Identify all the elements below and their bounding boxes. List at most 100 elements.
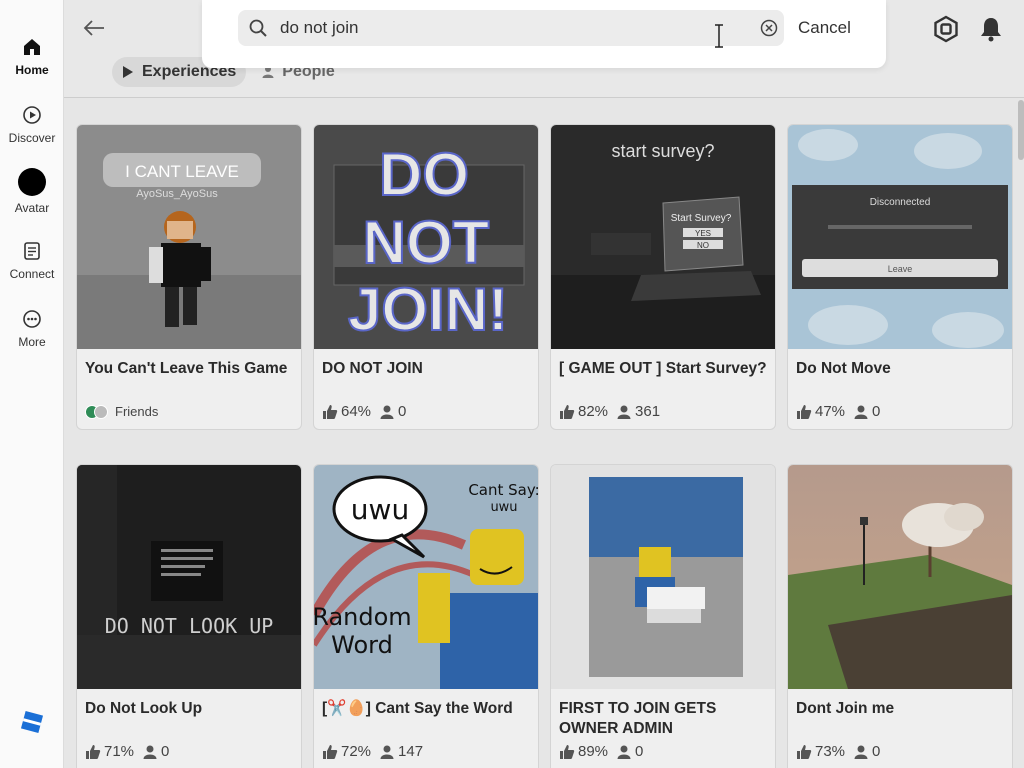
card-stats: 89% 0 [559,743,643,760]
search-input[interactable] [280,10,750,46]
experience-card[interactable]: DO NOT JOIN! DO NOT JOIN 64% 0 [313,124,539,430]
thumb-text: AyoSus_AyoSus [136,188,218,200]
like-ratio: 64% [341,403,372,420]
player-count: 0 [872,743,881,760]
thumb-text: Disconnected [870,197,931,208]
back-arrow-icon[interactable] [82,16,106,40]
experience-card[interactable]: FIRST TO JOIN GETS OWNER ADMIN 89% 0 [550,464,776,768]
experience-card[interactable]: Disconnected Leave Do Not Move 47% 0 [787,124,1013,430]
players-icon [143,745,157,759]
thumb-text: uwu [351,493,409,526]
roblox-logo-icon[interactable] [20,710,44,734]
experience-card[interactable]: I CANT LEAVE AyoSus_AyoSus You Can't Lea… [76,124,302,430]
more-icon [21,308,43,330]
card-stats: 73% 0 [796,743,880,760]
play-circle-icon [21,104,43,126]
friends-label: Friends [115,404,159,419]
card-stats: 64% 0 [322,403,406,420]
players-icon [380,745,394,759]
thumbs-up-icon [797,744,812,759]
thumbnail-first-to-join [551,465,775,689]
players-icon [854,405,868,419]
sidebar-item-label: More [18,335,46,349]
like-ratio: 82% [578,403,609,420]
thumb-text: Random [314,603,412,631]
friend-avatars-icon [85,404,109,419]
thumb-text: NO [697,241,709,250]
player-count: 0 [398,403,407,420]
sidebar-item-label: Avatar [14,201,50,215]
thumbs-up-icon [560,404,575,419]
notification-bell-icon[interactable] [978,15,1004,43]
thumb-text: Word [331,631,393,659]
cancel-button[interactable]: Cancel [798,18,851,38]
sidebar-item-home[interactable]: Home [0,36,64,77]
card-title: FIRST TO JOIN GETS OWNER ADMIN [559,700,717,737]
card-title: [✂️🥚] Cant Say the Word [322,700,513,717]
player-count: 0 [635,743,644,760]
players-icon [617,405,631,419]
play-icon [123,66,133,78]
chat-icon [21,240,43,262]
sidebar-item-more[interactable]: More [0,308,64,349]
text-cursor-icon [714,24,724,48]
thumbs-up-icon [323,744,338,759]
thumb-text: DO [379,141,469,208]
robux-icon[interactable] [932,15,960,43]
like-ratio: 72% [341,743,372,760]
thumb-text: Cant Say: [468,481,538,499]
thumbs-up-icon [560,744,575,759]
thumb-text: Leave [888,264,913,274]
thumbs-up-icon [86,744,101,759]
experience-card[interactable]: start survey? Start Survey? YES NO [ GAM… [550,124,776,430]
like-ratio: 71% [104,743,135,760]
sidebar-item-discover[interactable]: Discover [0,104,64,145]
experience-card[interactable]: DO NOT LOOK UP Do Not Look Up 71% 0 [76,464,302,768]
clear-search-icon[interactable] [760,19,778,37]
sidebar: Home Discover Avatar Connect More [0,0,64,768]
thumbnail-do-not-join: DO NOT JOIN! [314,125,538,349]
player-count: 0 [872,403,881,420]
search-icon [248,18,268,38]
thumb-text: NOT [363,209,490,276]
scrollbar[interactable] [1018,100,1024,160]
card-title: [ GAME OUT ] Start Survey? [559,360,767,377]
like-ratio: 89% [578,743,609,760]
thumbnail-dont-join-me [788,465,1012,689]
card-stats: 72% 147 [322,743,423,760]
thumb-text: uwu [490,500,517,515]
search-panel: Cancel [202,0,886,68]
thumb-text: start survey? [611,141,714,161]
card-stats: 47% 0 [796,403,880,420]
search-box[interactable] [238,10,784,46]
sidebar-item-connect[interactable]: Connect [0,240,64,281]
experience-card[interactable]: Dont Join me 73% 0 [787,464,1013,768]
card-title: Dont Join me [796,700,895,717]
player-count: 0 [161,743,170,760]
card-stats: 71% 0 [85,743,169,760]
players-icon [854,745,868,759]
thumbnail-you-cant-leave: I CANT LEAVE AyoSus_AyoSus [77,125,301,349]
thumb-text: DO NOT LOOK UP [105,614,274,638]
sidebar-item-avatar[interactable]: Avatar [0,168,64,215]
card-title: Do Not Look Up [85,700,203,717]
player-count: 361 [635,403,661,420]
sidebar-item-label: Home [15,63,49,77]
sidebar-item-label: Connect [9,267,55,281]
thumb-text: I CANT LEAVE [125,162,239,181]
avatar-icon [18,168,46,196]
thumbs-up-icon [323,404,338,419]
main-content: Experiences People I CANT LEAVE AyoSus_A… [64,0,1024,768]
experience-card[interactable]: uwu Cant Say: uwu Random Word [✂️🥚] Cant… [313,464,539,768]
thumbnail-do-not-look-up: DO NOT LOOK UP [77,465,301,689]
card-stats: 82% 361 [559,403,660,420]
card-title: DO NOT JOIN [322,360,423,377]
thumbnail-do-not-move: Disconnected Leave [788,125,1012,349]
thumb-text: JOIN! [348,276,508,343]
sidebar-item-label: Discover [8,131,56,145]
thumbnail-start-survey: start survey? Start Survey? YES NO [551,125,775,349]
players-icon [380,405,394,419]
card-title: You Can't Leave This Game [85,360,288,377]
thumbs-up-icon [797,404,812,419]
thumb-text: Start Survey? [671,213,732,224]
